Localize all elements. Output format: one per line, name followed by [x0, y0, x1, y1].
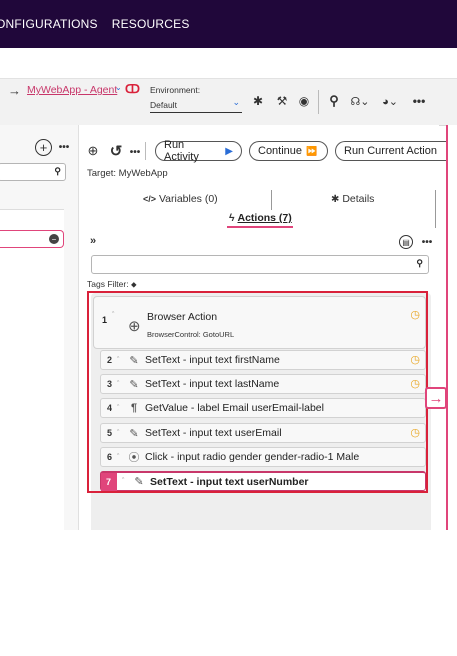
tag-icon: ⬥	[130, 280, 137, 289]
minus-circle-icon[interactable]: −	[49, 234, 59, 244]
tab-variables-label: Variables (0)	[158, 193, 218, 205]
left-panel: + ••• ⚲ −	[0, 125, 79, 656]
active-tab-indicator	[227, 226, 293, 228]
continue-button[interactable]: Continue ⏩	[249, 141, 328, 161]
search-icon: ⚲	[54, 166, 61, 176]
more-icon[interactable]: •••	[128, 145, 142, 159]
toolbar: → MyWebApp - Agent ⌄ ↀ Environment: Defa…	[0, 78, 457, 126]
continue-label: Continue	[258, 145, 303, 157]
more-icon[interactable]: •••	[419, 235, 435, 249]
nav-item-resources[interactable]: RESOURCES	[112, 17, 190, 31]
highlight-box	[87, 291, 428, 493]
run-current-action-label: Run Current Action	[344, 145, 437, 157]
nav-item-configurations[interactable]: ONFIGURATIONS	[0, 17, 98, 31]
stethoscope-icon[interactable]: ☊⌄	[349, 94, 371, 108]
app-dropdown-icon[interactable]: ⌄	[115, 83, 122, 92]
chevron-down-icon: ⌄	[232, 97, 240, 107]
search-icon: ⚲	[416, 258, 423, 268]
code-icon: </>	[143, 194, 157, 204]
gear-icon[interactable]: ✱	[251, 94, 265, 108]
add-icon[interactable]: +	[35, 139, 52, 156]
play-icon: ▶	[225, 145, 233, 157]
fast-forward-icon: ⏩	[306, 145, 318, 156]
globe-icon[interactable]: ⊕	[86, 143, 100, 158]
tab-actions-label: Actions (7)	[237, 212, 292, 224]
undo-icon[interactable]: ↺	[109, 143, 123, 160]
right-collapsed-panel	[446, 125, 457, 530]
search-input[interactable]: ⚲	[0, 163, 66, 181]
pie-chart-icon[interactable]: ◕⌄	[379, 94, 401, 108]
gear-icon: ✱	[331, 194, 340, 205]
left-list-area	[0, 209, 64, 656]
tab-divider	[435, 190, 436, 228]
environment-label: Environment:	[150, 85, 201, 95]
trash-icon[interactable]: ▤	[399, 235, 413, 249]
tab-details-label: Details	[342, 193, 375, 205]
toolbar-divider	[318, 90, 319, 114]
run-activity-button[interactable]: Run Activity ▶	[155, 139, 242, 163]
more-icon[interactable]: •••	[56, 140, 72, 154]
environment-select[interactable]: Default ⌄	[150, 97, 242, 113]
left-list-item[interactable]: −	[0, 230, 64, 248]
collapse-all-icon[interactable]: »	[87, 235, 99, 247]
more-icon[interactable]: •••	[410, 94, 428, 108]
run-current-action-button[interactable]: Run Current Action	[335, 141, 449, 161]
divider	[145, 142, 146, 160]
app-selector[interactable]: MyWebApp - Agent	[27, 84, 117, 96]
lightning-icon: ϟ	[229, 212, 235, 224]
search-icon[interactable]: ⚲	[327, 93, 341, 108]
arrow-right-icon: →	[8, 83, 21, 98]
run-activity-label: Run Activity	[164, 139, 199, 163]
expand-panel-button[interactable]: →	[425, 387, 447, 409]
top-nav-bar: ONFIGURATIONS RESOURCES	[0, 0, 457, 48]
environment-value: Default	[150, 100, 177, 110]
eye-icon[interactable]: ◉	[297, 94, 311, 108]
magic-wand-icon[interactable]: ⚒	[275, 94, 289, 108]
tags-filter-label[interactable]: Tags Filter: ⬥	[87, 279, 137, 290]
tab-divider	[271, 190, 272, 210]
target-label: Target: MyWebApp	[87, 168, 168, 179]
arrow-right-icon: →	[428, 389, 444, 407]
actions-search-input[interactable]: ⚲	[91, 255, 429, 274]
unlink-icon[interactable]: ↀ	[125, 82, 140, 96]
